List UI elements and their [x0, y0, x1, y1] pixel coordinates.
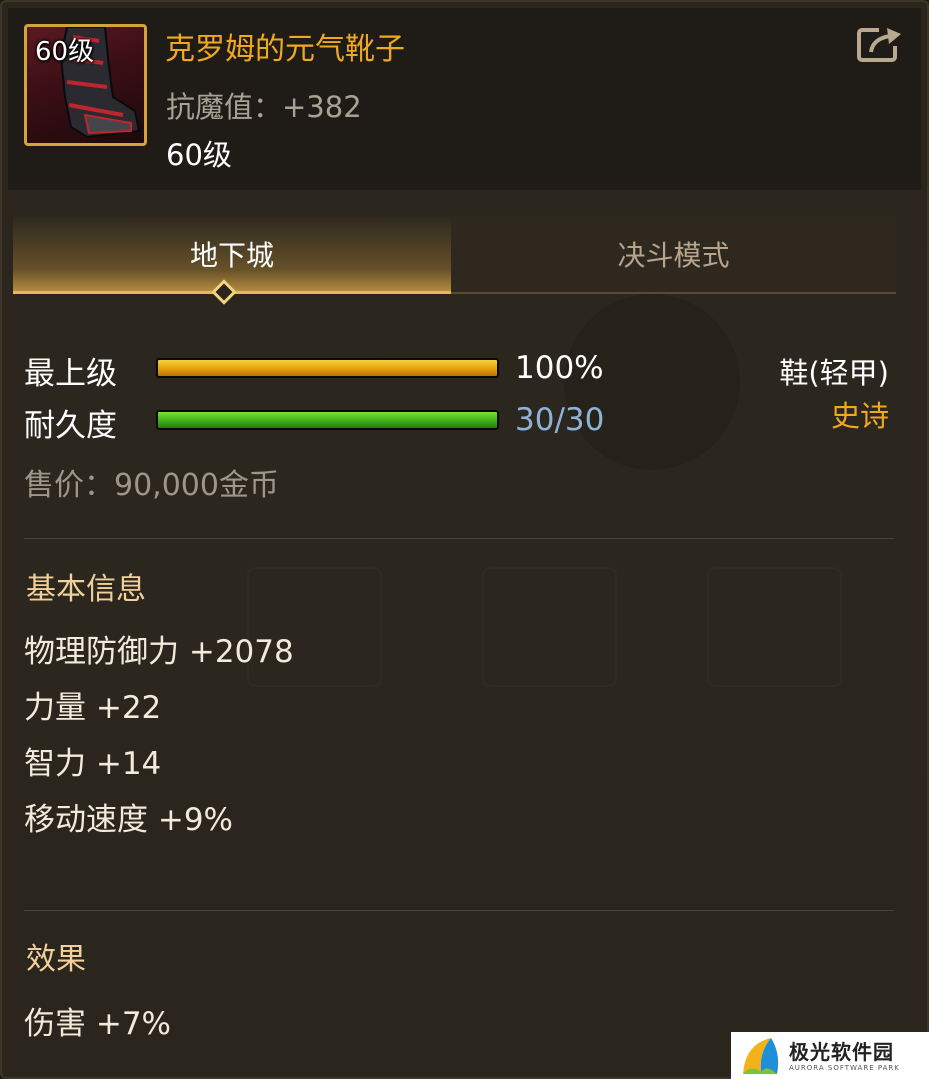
site-watermark: 极光软件园 AURORA SOFTWARE PARK — [731, 1032, 929, 1079]
section-divider — [24, 538, 894, 539]
tab-pvp[interactable]: 决斗模式 — [451, 216, 896, 292]
item-level-badge: 60级 — [35, 37, 95, 67]
aurora-logo-icon — [743, 1037, 779, 1074]
durability-bar-value: 30/30 — [515, 402, 605, 438]
boots-icon: 60级 — [24, 24, 147, 146]
tab-dungeon[interactable]: 地下城 — [13, 216, 451, 292]
durability-bar-label: 耐久度 — [24, 408, 117, 444]
section-divider — [24, 910, 894, 911]
mode-tabs: 地下城 决斗模式 — [13, 216, 896, 294]
equipment-slot-type: 鞋(轻甲) — [779, 356, 889, 390]
durability-bar — [156, 410, 499, 430]
rarity-label: 史诗 — [830, 399, 889, 433]
item-name: 克罗姆的元气靴子 — [165, 32, 405, 67]
level-bar-value: 100% — [515, 350, 604, 386]
item-tooltip-panel: 60级 克罗姆的元气靴子 抗魔值：+382 60级 地下城 决斗模式 最上级 1… — [0, 0, 929, 1079]
level-bar — [156, 358, 499, 378]
watermark-sub: AURORA SOFTWARE PARK — [789, 1064, 900, 1072]
effects-title: 效果 — [26, 942, 86, 977]
item-required-level: 60级 — [166, 138, 232, 172]
stat-physical-defense: 物理防御力 +2078 — [24, 634, 294, 670]
stat-intelligence: 智力 +14 — [24, 746, 162, 782]
share-icon[interactable] — [857, 24, 905, 64]
item-magic-resist: 抗魔值：+382 — [166, 90, 362, 124]
background-decor — [707, 567, 842, 687]
basic-info-title: 基本信息 — [26, 572, 146, 607]
stat-damage: 伤害 +7% — [24, 1006, 172, 1042]
level-bar-fill — [158, 360, 497, 376]
level-bar-label: 最上级 — [24, 356, 117, 392]
sell-price: 售价：90,000金币 — [24, 468, 279, 503]
background-decor — [482, 567, 617, 687]
watermark-name: 极光软件园 — [789, 1040, 894, 1064]
durability-bar-fill — [158, 412, 497, 428]
stat-move-speed: 移动速度 +9% — [24, 802, 234, 838]
stat-strength: 力量 +22 — [24, 690, 162, 726]
